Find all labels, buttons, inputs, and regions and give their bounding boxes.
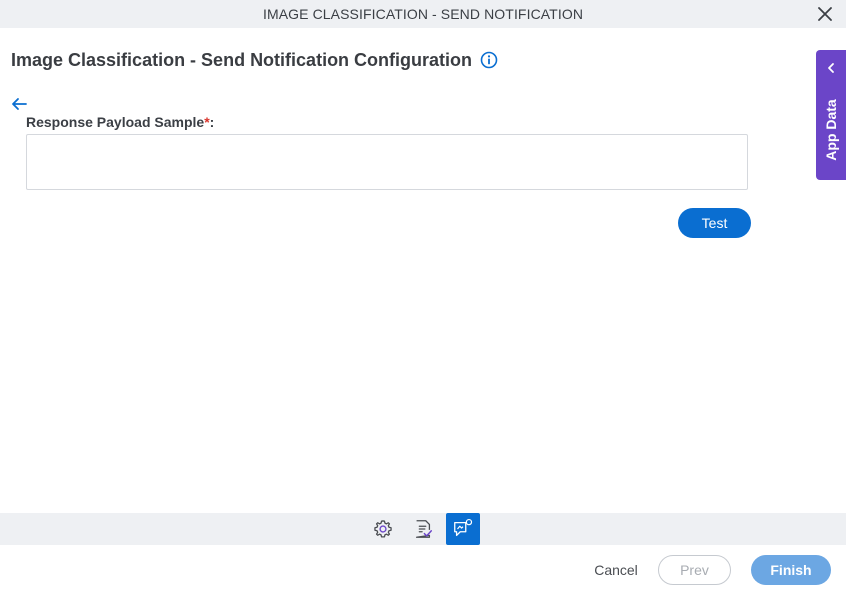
payload-label-text: Response Payload Sample [26,114,205,130]
back-arrow-icon [12,98,27,110]
notification-tool-button[interactable] [446,513,480,545]
window-titlebar: IMAGE CLASSIFICATION - SEND NOTIFICATION [0,0,846,28]
notification-chat-icon [454,518,473,537]
label-suffix: : [209,114,215,130]
document-check-tool-button[interactable] [406,513,440,545]
close-button[interactable] [816,5,834,23]
page-header: Image Classification - Send Notification… [11,48,498,72]
settings-tool-button[interactable] [366,513,400,545]
info-icon[interactable] [480,51,498,69]
chevron-left-icon [825,62,837,74]
payload-label: Response Payload Sample*: [26,114,214,130]
bottom-toolbar [0,513,846,545]
page-title: Image Classification - Send Notification… [11,49,473,70]
cancel-button[interactable]: Cancel [584,555,648,585]
payload-input[interactable] [26,134,748,190]
close-icon [818,7,832,21]
back-button[interactable] [10,96,28,112]
window-title: IMAGE CLASSIFICATION - SEND NOTIFICATION [262,6,584,22]
app-data-tab[interactable]: App Data [816,50,846,180]
test-button[interactable]: Test [678,208,751,238]
app-data-label: App Data [823,99,839,161]
prev-button[interactable]: Prev [658,555,731,585]
finish-button[interactable]: Finish [751,555,831,585]
document-check-icon [415,520,432,538]
gear-icon [374,520,392,538]
